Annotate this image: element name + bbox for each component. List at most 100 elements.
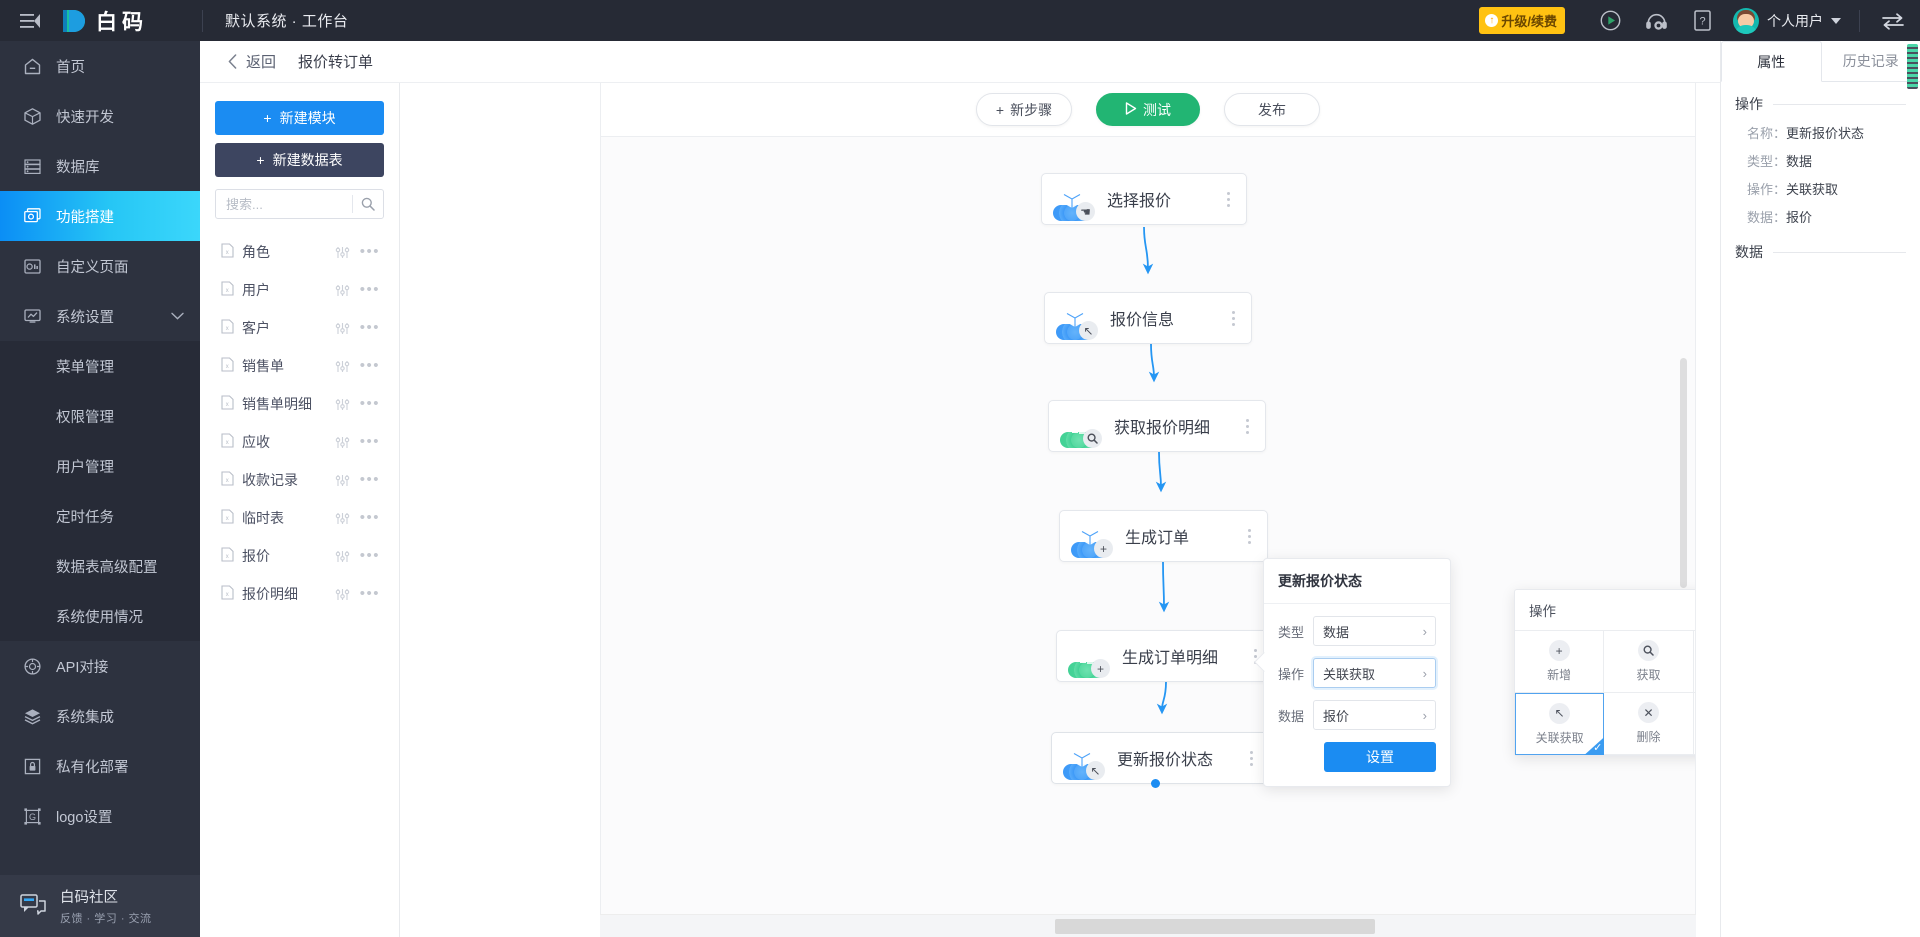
database-icon xyxy=(22,157,42,176)
list-item[interactable]: x 用户 ••• xyxy=(215,271,384,309)
list-item[interactable]: x 销售单 ••• xyxy=(215,347,384,385)
node-connector-dot[interactable] xyxy=(1151,779,1160,788)
sidebar-item-integration[interactable]: 系统集成 xyxy=(0,691,200,741)
tab-label: 属性 xyxy=(1757,53,1786,70)
operation-cell-fetch[interactable]: 获取 xyxy=(1604,631,1694,693)
publish-button[interactable]: 发布 xyxy=(1224,93,1320,126)
flow-node[interactable]: + 生成订单 xyxy=(1059,510,1268,562)
flow-node[interactable]: 获取报价明细 xyxy=(1048,400,1266,452)
settings-sliders-icon[interactable] xyxy=(335,246,350,259)
settings-sliders-icon[interactable] xyxy=(335,322,350,335)
back-button[interactable]: 返回 xyxy=(228,51,276,72)
node-more-icon[interactable] xyxy=(1244,415,1251,438)
row-actions: ••• xyxy=(335,586,384,601)
settings-sliders-icon[interactable] xyxy=(335,474,350,487)
sidebar-item-api[interactable]: API对接 xyxy=(0,641,200,691)
operation-cell-linked-fetch[interactable]: ↖ 关联获取 ✓ xyxy=(1515,693,1605,755)
apply-settings-button[interactable]: 设置 xyxy=(1324,742,1436,772)
new-module-button[interactable]: + 新建模块 xyxy=(215,101,384,135)
canvas-vertical-scrollbar[interactable] xyxy=(1680,358,1687,588)
sidebar-community-banner[interactable]: 白码社区 反馈 · 学习 · 交流 xyxy=(0,875,200,937)
sidebar-subitem-menu-mgmt[interactable]: 菜单管理 xyxy=(0,341,200,391)
settings-sliders-icon[interactable] xyxy=(335,284,350,297)
operation-cell-delete[interactable]: ✕ 删除 xyxy=(1604,693,1694,755)
page-scrollbar-thumb[interactable] xyxy=(1907,44,1918,89)
swap-arrows-icon[interactable] xyxy=(1866,12,1920,30)
operation-cell-select[interactable]: ☚ 选择 xyxy=(1693,631,1695,693)
node-more-icon[interactable] xyxy=(1225,188,1232,211)
more-icon[interactable]: ••• xyxy=(360,586,380,601)
operation-select[interactable]: 关联获取 › xyxy=(1313,658,1436,688)
flow-node[interactable]: ↖ 报价信息 xyxy=(1044,292,1252,344)
list-item[interactable]: x 角色 ••• xyxy=(215,233,384,271)
upgrade-button[interactable]: ↑ 升级/续费 xyxy=(1479,7,1565,34)
sidebar-item-database[interactable]: 数据库 xyxy=(0,141,200,191)
sidebar-item-home[interactable]: 首页 xyxy=(0,41,200,91)
help-book-icon[interactable]: ? xyxy=(1679,10,1725,31)
new-step-button[interactable]: + 新步骤 xyxy=(976,93,1072,126)
operation-cell-add[interactable]: + 新增 xyxy=(1515,631,1605,693)
list-item[interactable]: x 报价明细 ••• xyxy=(215,575,384,613)
list-item[interactable]: x 应收 ••• xyxy=(215,423,384,461)
breadcrumb: 返回 报价转订单 xyxy=(200,41,1720,83)
node-more-icon[interactable] xyxy=(1230,307,1237,330)
list-item[interactable]: x 收款记录 ••• xyxy=(215,461,384,499)
settings-sliders-icon[interactable] xyxy=(335,398,350,411)
property-row-type: 类型： 数据 xyxy=(1747,151,1906,170)
flow-node[interactable]: + 生成订单明细 xyxy=(1056,630,1274,682)
app-root: 白码 默认系统 · 工作台 ↑ 升级/续费 ? 个人用户 首页 快速开发 数据库… xyxy=(0,0,1920,937)
list-item[interactable]: x 销售单明细 ••• xyxy=(215,385,384,423)
sidebar-item-system-settings[interactable]: 系统设置 xyxy=(0,291,200,341)
search-input[interactable] xyxy=(226,196,352,212)
menu-collapse-icon[interactable] xyxy=(0,13,60,29)
sidebar-item-quick-dev[interactable]: 快速开发 xyxy=(0,91,200,141)
sidebar-item-private-deploy[interactable]: 私有化部署 xyxy=(0,741,200,791)
sidebar-subitem-scheduled-task[interactable]: 定时任务 xyxy=(0,491,200,541)
settings-sliders-icon[interactable] xyxy=(335,436,350,449)
node-more-icon[interactable] xyxy=(1248,747,1255,770)
more-icon[interactable]: ••• xyxy=(360,510,380,525)
sidebar-subitem-system-usage[interactable]: 系统使用情况 xyxy=(0,591,200,641)
flow-node-selected[interactable]: ↖ 更新报价状态 xyxy=(1051,732,1270,784)
more-icon[interactable]: ••• xyxy=(360,434,380,449)
new-table-button[interactable]: + 新建数据表 xyxy=(215,143,384,177)
tab-history[interactable]: 历史记录 xyxy=(1822,41,1920,81)
sidebar-subitem-table-advanced[interactable]: 数据表高级配置 xyxy=(0,541,200,591)
more-icon[interactable]: ••• xyxy=(360,358,380,373)
more-icon[interactable]: ••• xyxy=(360,282,380,297)
settings-sliders-icon[interactable] xyxy=(335,588,350,601)
node-icon: + xyxy=(1071,517,1113,558)
horizontal-scroll-thumb[interactable] xyxy=(1055,919,1375,934)
sidebar-item-function-build[interactable]: 功能搭建 xyxy=(0,191,200,241)
tab-label: 历史记录 xyxy=(1842,53,1899,69)
node-more-icon[interactable] xyxy=(1246,525,1253,548)
type-select[interactable]: 数据 › xyxy=(1313,616,1436,646)
more-icon[interactable]: ••• xyxy=(360,320,380,335)
settings-sliders-icon[interactable] xyxy=(335,550,350,563)
sidebar-subitem-permission-mgmt[interactable]: 权限管理 xyxy=(0,391,200,441)
test-button[interactable]: 测试 xyxy=(1096,93,1200,126)
data-select[interactable]: 报价 › xyxy=(1313,700,1436,730)
settings-sliders-icon[interactable] xyxy=(335,360,350,373)
flow-node[interactable]: ☚ 选择报价 xyxy=(1041,173,1247,225)
more-icon[interactable]: ••• xyxy=(360,396,380,411)
tab-properties[interactable]: 属性 xyxy=(1721,41,1822,82)
list-item[interactable]: x 客户 ••• xyxy=(215,309,384,347)
list-item[interactable]: x 临时表 ••• xyxy=(215,499,384,537)
user-menu[interactable]: 个人用户 xyxy=(1733,7,1841,34)
settings-sliders-icon[interactable] xyxy=(335,512,350,525)
sidebar-item-custom-page[interactable]: 自定义页面 xyxy=(0,241,200,291)
play-circle-icon[interactable] xyxy=(1587,10,1633,31)
sidebar-item-logo-settings[interactable]: G logo设置 xyxy=(0,791,200,841)
canvas-horizontal-scrollbar[interactable] xyxy=(600,914,1696,937)
headset-icon[interactable] xyxy=(1633,11,1679,31)
sidebar-submenu: 菜单管理 权限管理 用户管理 定时任务 数据表高级配置 系统使用情况 xyxy=(0,341,200,641)
workflow-canvas[interactable]: + 新步骤 测试 发布 ☚ 选择报价 ↖ 报价信息 获取报价明细 + 生成订单 … xyxy=(600,83,1696,914)
more-icon[interactable]: ••• xyxy=(360,472,380,487)
more-icon[interactable]: ••• xyxy=(360,244,380,259)
list-item[interactable]: x 报价 ••• xyxy=(215,537,384,575)
search-icon[interactable] xyxy=(353,197,383,211)
more-icon[interactable]: ••• xyxy=(360,548,380,563)
brand-logo[interactable]: 白码 xyxy=(60,6,198,36)
sidebar-subitem-user-mgmt[interactable]: 用户管理 xyxy=(0,441,200,491)
